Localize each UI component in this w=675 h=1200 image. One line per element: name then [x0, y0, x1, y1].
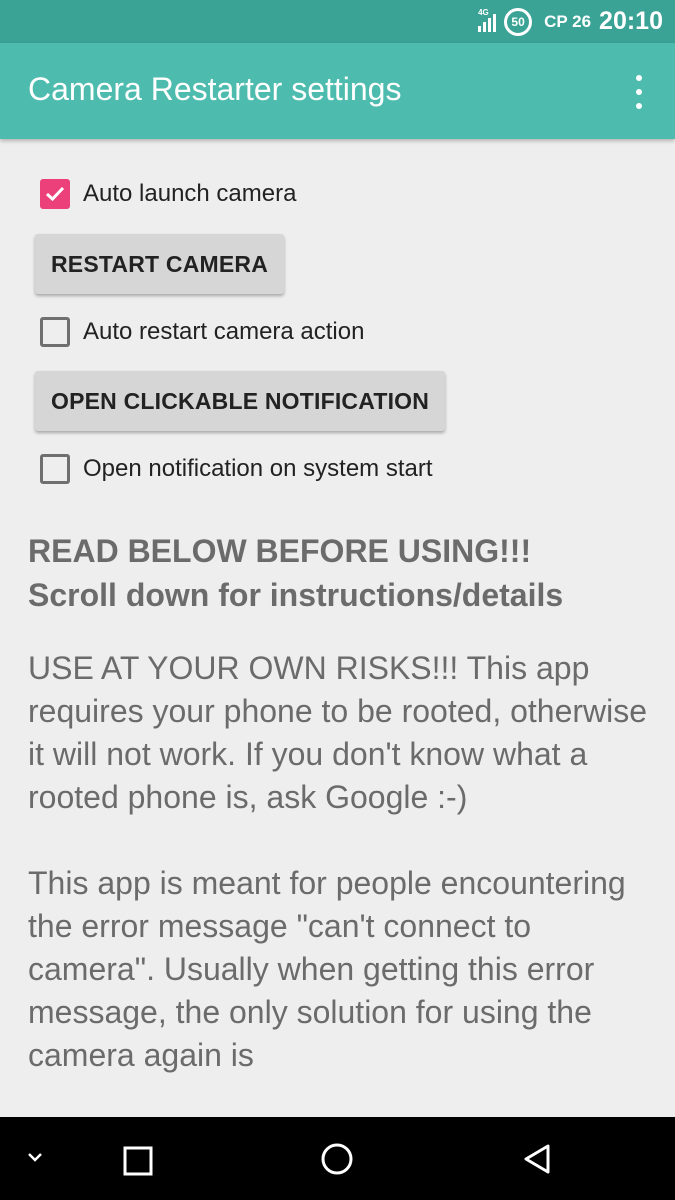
instructions-text: USE AT YOUR OWN RISKS!!! This app requir… — [28, 647, 658, 1117]
more-vert-icon[interactable] — [633, 75, 645, 109]
notify-on-start-setting[interactable]: Open notification on system start — [40, 454, 433, 484]
instructions-paragraph-1: USE AT YOUR OWN RISKS!!! This app requir… — [28, 650, 648, 815]
status-date: CP 26 — [544, 11, 592, 31]
battery-level: 50 — [511, 14, 525, 29]
signal-icon: 4G — [478, 8, 497, 32]
home-icon[interactable] — [320, 1142, 354, 1176]
open-notification-button[interactable]: OPEN CLICKABLE NOTIFICATION — [35, 371, 446, 431]
warning-heading-line2: Scroll down for instructions/details — [28, 577, 564, 613]
warning-heading: READ BELOW BEFORE USING!!! Scroll down f… — [28, 529, 658, 617]
checkmark-icon — [45, 186, 65, 202]
auto-launch-setting[interactable]: Auto launch camera — [40, 179, 296, 209]
settings-content[interactable]: Auto launch camera RESTART CAMERA Auto r… — [0, 139, 675, 1117]
auto-restart-label: Auto restart camera action — [83, 318, 365, 345]
chevron-down-icon[interactable] — [26, 1151, 44, 1163]
notify-on-start-checkbox[interactable] — [40, 454, 70, 484]
restart-camera-button[interactable]: RESTART CAMERA — [35, 234, 285, 294]
back-icon[interactable] — [520, 1142, 554, 1176]
auto-launch-label: Auto launch camera — [83, 180, 297, 207]
auto-restart-setting[interactable]: Auto restart camera action — [40, 317, 364, 347]
app-bar: Camera Restarter settings — [0, 43, 675, 139]
recents-icon[interactable] — [122, 1145, 154, 1177]
navigation-bar — [0, 1117, 675, 1200]
page-title: Camera Restarter settings — [28, 71, 402, 107]
instructions-paragraph-2: This app is meant for people encounterin… — [28, 865, 626, 1073]
warning-heading-line1: READ BELOW BEFORE USING!!! — [28, 533, 532, 569]
notify-on-start-label: Open notification on system start — [83, 455, 433, 482]
network-type: 4G — [478, 7, 489, 17]
auto-launch-checkbox[interactable] — [40, 179, 70, 209]
status-bar: 4G 50 CP 26 20:10 — [0, 0, 675, 43]
battery-icon: 50 — [504, 7, 533, 36]
auto-restart-checkbox[interactable] — [40, 317, 70, 347]
status-time: 20:10 — [599, 7, 663, 35]
status-icons: 4G 50 CP 26 20:10 — [478, 0, 663, 43]
